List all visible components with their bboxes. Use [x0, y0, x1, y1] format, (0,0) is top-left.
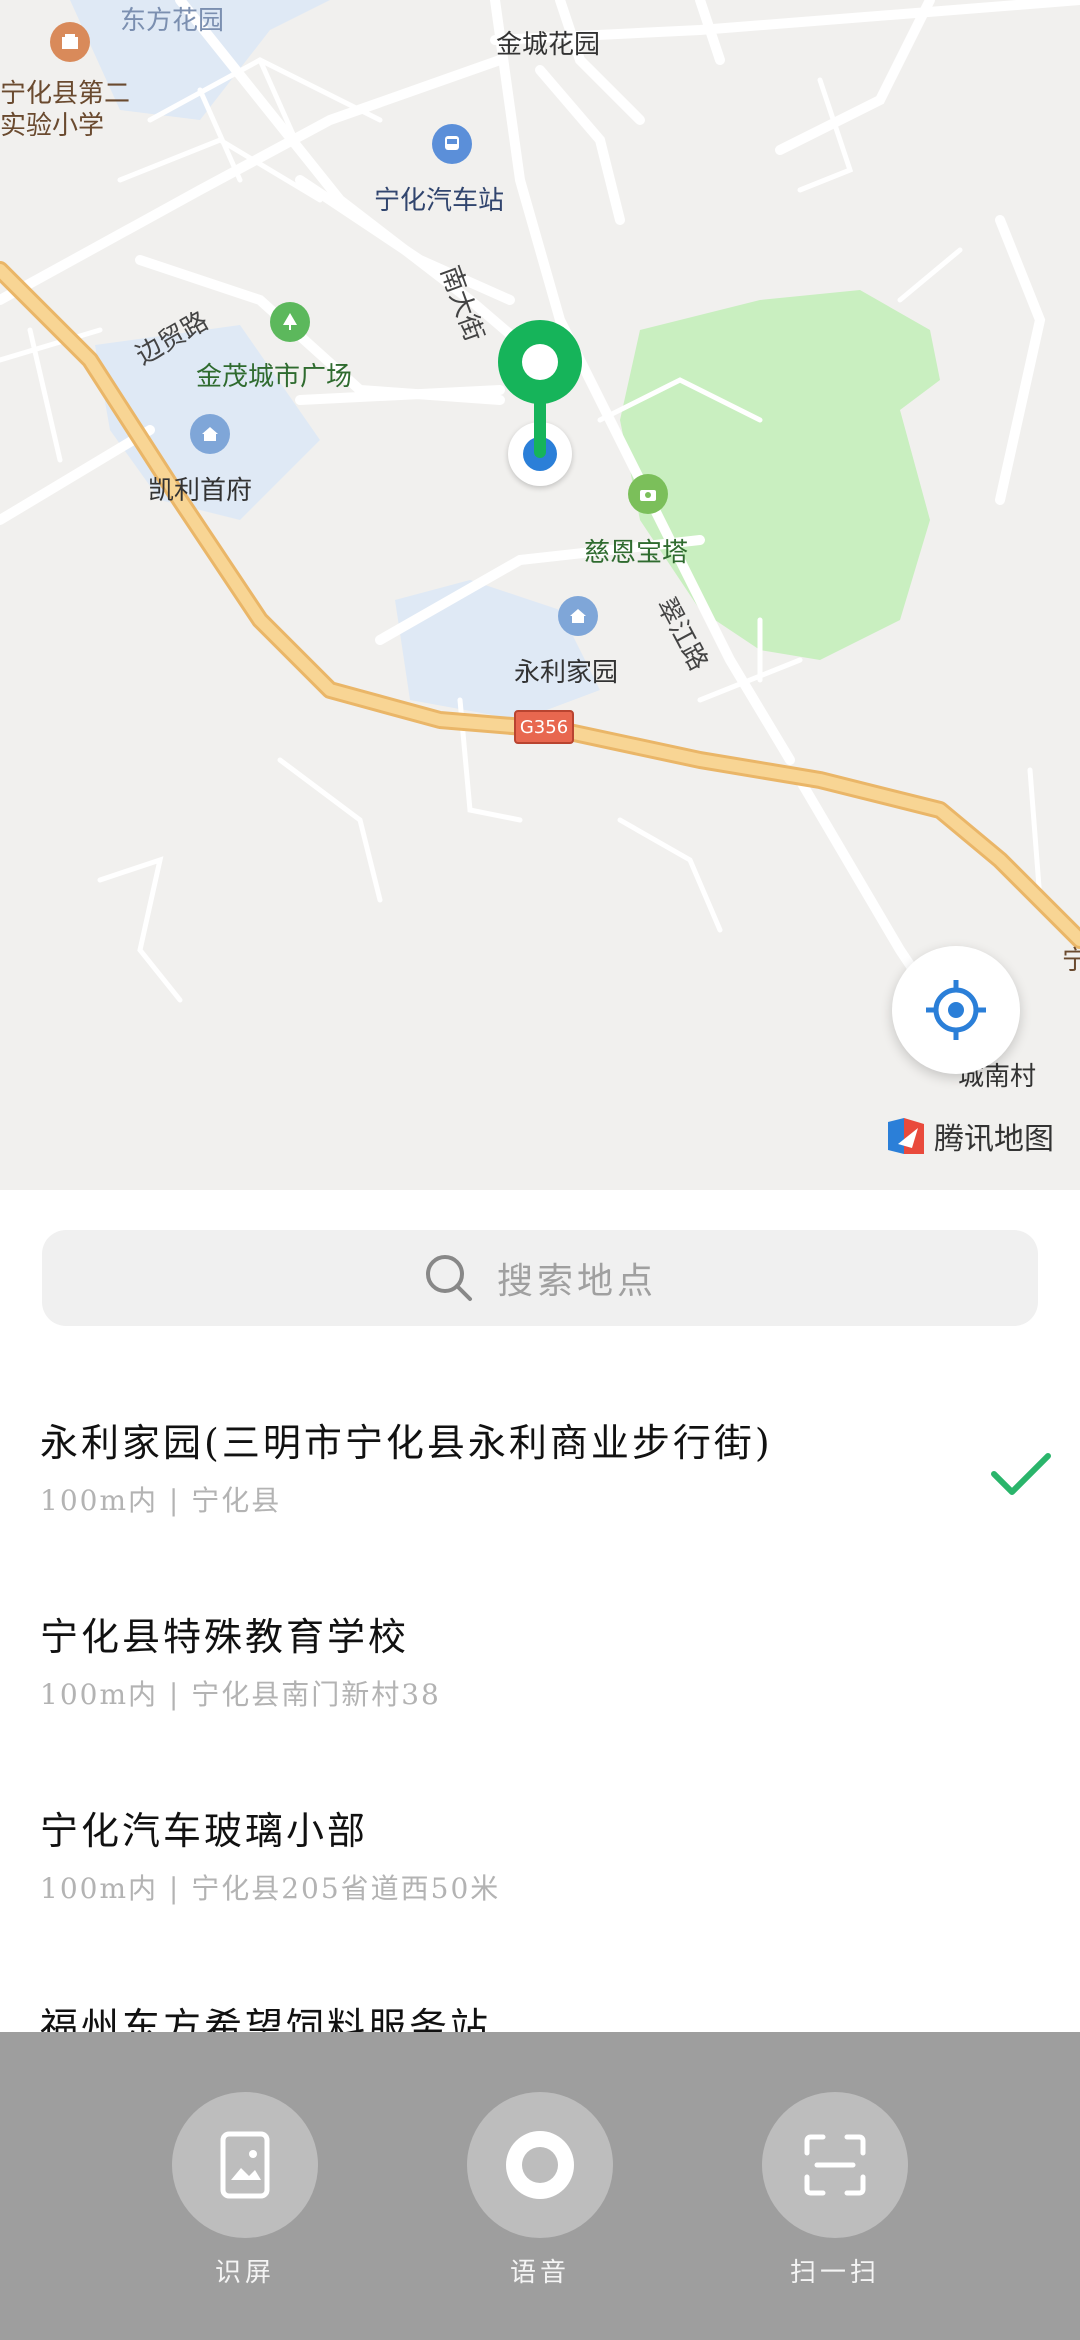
map-provider-logo: 腾讯地图 [884, 1114, 1054, 1158]
map-provider-name: 腾讯地图 [934, 1122, 1054, 1157]
scan-label: 扫一扫 [789, 2258, 880, 2288]
screen-recognition-button[interactable]: 识屏 [172, 2092, 318, 2289]
crosshair-icon [926, 980, 986, 1040]
place-name: 宁化县特殊教育学校 [40, 1615, 410, 1659]
place-name: 宁化汽车玻璃小部 [40, 1809, 369, 1853]
bus-station-icon[interactable] [432, 124, 472, 164]
map-label-jincheng: 金城花园 [496, 30, 601, 60]
list-item[interactable]: 宁化汽车玻璃小部 100m内 | 宁化县205省道西50米 [40, 1800, 1040, 1907]
road-code: G356 [519, 716, 569, 738]
scan-circle[interactable] [762, 2092, 908, 2238]
voice-label: 语音 [509, 2258, 570, 2288]
voice-button[interactable]: 语音 [467, 2092, 613, 2289]
map-label-edge: 宁 [1062, 946, 1080, 976]
map-label-dongfang: 东方花园 [120, 6, 225, 36]
search-input[interactable]: 搜索地点 [42, 1230, 1038, 1326]
bottom-action-bar: 识屏 语音 扫一扫 [0, 2032, 1080, 2340]
scan-button[interactable]: 扫一扫 [762, 2092, 908, 2289]
map-label-bus-station: 宁化汽车站 [374, 186, 505, 216]
place-detail: 100m内 | 宁化县 [40, 1484, 282, 1517]
map-label-jinmao: 金茂城市广场 [196, 362, 353, 392]
residence-poi-icon[interactable] [190, 414, 230, 454]
map-label-school: 宁化县第二 实验小学 [0, 79, 131, 141]
voice-icon [506, 2131, 574, 2199]
place-name: 永利家园(三明市宁化县永利商业步行街) [40, 1421, 773, 1465]
voice-circle[interactable] [467, 2092, 613, 2238]
list-item[interactable]: 永利家园(三明市宁化县永利商业步行街) 100m内 | 宁化县 [40, 1412, 1040, 1519]
map-pin-icon[interactable] [496, 318, 584, 468]
scan-icon [804, 2134, 866, 2196]
screen-recognition-label: 识屏 [214, 2258, 275, 2288]
locate-me-button[interactable] [892, 946, 1020, 1074]
list-item[interactable]: 宁化县特殊教育学校 100m内 | 宁化县南门新村38 [40, 1606, 1040, 1713]
search-placeholder: 搜索地点 [496, 1261, 657, 1302]
camera-poi-icon[interactable] [628, 474, 668, 514]
search-icon [425, 1255, 472, 1301]
park-poi-icon[interactable] [270, 302, 310, 342]
place-detail: 100m内 | 宁化县南门新村38 [40, 1678, 441, 1711]
screen-recognition-circle[interactable] [172, 2092, 318, 2238]
map-label-kaili: 凯利首府 [148, 476, 253, 506]
map-label-yongli: 永利家园 [514, 658, 619, 688]
school-poi-icon[interactable] [50, 22, 90, 62]
map-view[interactable]: 东方花园 金城花园 宁化县第二 实验小学 宁化汽车站 南大街 边贸路 金茂城市广… [0, 0, 1080, 1190]
residence-poi-icon-yongli[interactable] [558, 596, 598, 636]
place-detail: 100m内 | 宁化县205省道西50米 [40, 1872, 501, 1905]
tencent-map-logo-icon [888, 1118, 924, 1154]
road-code-badge: G356 [514, 710, 574, 744]
image-icon [220, 2131, 270, 2199]
check-icon [991, 1453, 1051, 1495]
map-label-cien: 慈恩宝塔 [584, 538, 689, 568]
